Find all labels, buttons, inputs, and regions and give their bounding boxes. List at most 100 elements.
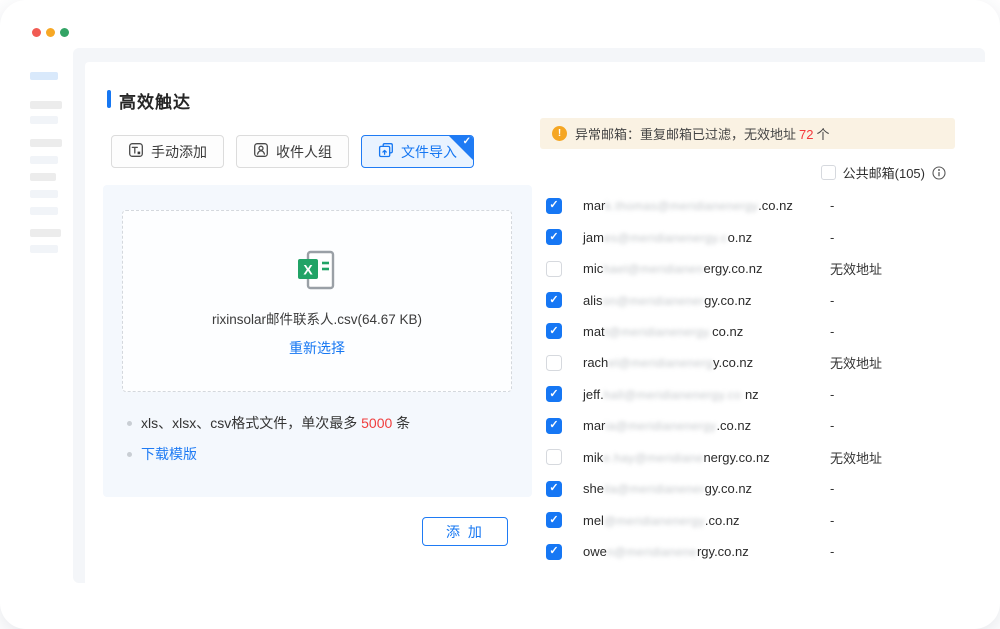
email-status: - — [830, 324, 834, 339]
file-import-icon — [378, 142, 394, 161]
close-window-button[interactable] — [32, 28, 41, 37]
email-status: - — [830, 481, 834, 496]
max-count-highlight: 5000 — [361, 415, 392, 431]
download-template-link[interactable]: 下载模版 — [141, 444, 197, 464]
row-checkbox[interactable]: ✓ — [546, 418, 562, 434]
tab-recipient-group[interactable]: 收件人组 ✓ — [236, 135, 349, 168]
sidebar-skeleton-bar — [30, 245, 58, 253]
sidebar-skeleton-bar — [30, 72, 58, 80]
email-row: ✓ mel@meridianenergy.co.nz - — [540, 504, 960, 535]
email-address: james@meridianenergy.co.nz — [583, 230, 752, 245]
sidebar-skeleton-bar — [30, 101, 62, 109]
email-address: sheila@meridianenergy.co.nz — [583, 481, 752, 496]
email-row: ✓ matt@meridianenergy.co.nz - — [540, 316, 960, 347]
email-address: owen@meridianenergy.co.nz — [583, 544, 749, 559]
masked-segment: t@meridianenergy. — [605, 325, 712, 339]
sidebar-skeleton-bar — [30, 156, 58, 164]
email-status: - — [830, 418, 834, 433]
email-row: ✓ rachel@meridianenergy.co.nz 无效地址 — [540, 347, 960, 378]
template-hint: 下载模版 — [127, 444, 197, 464]
email-status: - — [830, 387, 834, 402]
warning-banner: ! 异常邮箱：重复邮箱已过滤，无效地址72个 — [540, 118, 955, 149]
email-status: - — [830, 544, 834, 559]
email-row: ✓ mike.hay@meridianenergy.co.nz 无效地址 — [540, 442, 960, 473]
masked-segment: es@meridianenergy.c — [604, 231, 728, 245]
email-address: mark.thomas@meridianenergy.co.nz — [583, 198, 793, 213]
masked-segment: on@meridianener — [603, 294, 705, 308]
email-row: ✓ michael@meridianenergy.co.nz 无效地址 — [540, 253, 960, 284]
file-dropzone[interactable]: X rixinsolar邮件联系人.csv(64.67 KB) 重新选择 — [122, 210, 512, 392]
uploaded-file-name: rixinsolar邮件联系人.csv(64.67 KB) — [123, 308, 511, 328]
file-upload-panel: X rixinsolar邮件联系人.csv(64.67 KB) 重新选择 xls… — [103, 185, 532, 497]
row-checkbox[interactable]: ✓ — [546, 386, 562, 402]
sidebar-skeleton-bar — [30, 116, 58, 124]
title-accent-bar — [107, 90, 111, 108]
email-address: mel@meridianenergy.co.nz — [583, 513, 740, 528]
content-panel: 高效触达 手动添加 ✓ 收件人组 ✓ 文件导入 ✓ — [73, 48, 985, 583]
public-mailbox-checkbox[interactable]: ✓ — [821, 165, 836, 180]
tab-manual-add[interactable]: 手动添加 ✓ — [111, 135, 224, 168]
row-checkbox[interactable]: ✓ — [546, 544, 562, 560]
email-address: michael@meridianenergy.co.nz — [583, 261, 762, 276]
row-checkbox[interactable]: ✓ — [546, 229, 562, 245]
masked-segment: ila@meridianener — [604, 482, 705, 496]
row-checkbox[interactable]: ✓ — [546, 292, 562, 308]
email-address: matt@meridianenergy.co.nz — [583, 324, 743, 339]
masked-segment: el@meridianenerg — [608, 356, 713, 370]
manual-add-icon — [128, 142, 144, 161]
masked-segment: ia@meridianenergy — [605, 419, 716, 433]
email-row: ✓ maria@meridianenergy.co.nz - — [540, 410, 960, 441]
minimize-window-button[interactable] — [46, 28, 55, 37]
recipient-group-icon — [253, 142, 269, 161]
sidebar-skeleton-bar — [30, 139, 62, 147]
email-address: rachel@meridianenergy.co.nz — [583, 355, 753, 370]
email-row: ✓ james@meridianenergy.co.nz - — [540, 221, 960, 252]
email-row: ✓ jeff.hall@meridianenergy.co nz - — [540, 379, 960, 410]
window-controls — [32, 28, 69, 37]
maximize-window-button[interactable] — [60, 28, 69, 37]
email-status: 无效地址 — [830, 353, 882, 372]
bullet-icon — [127, 421, 132, 426]
format-hint-text: xls、xlsx、csv格式文件，单次最多 5000 条 — [141, 413, 410, 433]
email-row: ✓ alison@meridianenergy.co.nz - — [540, 284, 960, 315]
row-checkbox[interactable]: ✓ — [546, 512, 562, 528]
svg-text:X: X — [303, 262, 313, 278]
excel-file-icon: X — [123, 247, 511, 298]
masked-segment: n@meridianene — [607, 545, 697, 559]
email-status: 无效地址 — [830, 259, 882, 278]
add-button[interactable]: 添 加 — [422, 517, 508, 546]
masked-segment: k.thomas@meridianenergy — [605, 199, 758, 213]
email-list: ✓ mark.thomas@meridianenergy.co.nz - ✓ j… — [540, 190, 960, 567]
sidebar-skeleton-bar — [30, 229, 61, 237]
masked-segment: @meridianenergy — [604, 514, 705, 528]
sidebar-skeleton-bar — [30, 207, 58, 215]
email-status: - — [830, 293, 834, 308]
row-checkbox[interactable]: ✓ — [546, 449, 562, 465]
format-hint: xls、xlsx、csv格式文件，单次最多 5000 条 — [127, 413, 410, 433]
email-row: ✓ mark.thomas@meridianenergy.co.nz - — [540, 190, 960, 221]
info-icon[interactable] — [932, 166, 946, 180]
tab-label: 手动添加 — [151, 142, 207, 162]
email-row: ✓ owen@meridianenergy.co.nz - — [540, 536, 960, 567]
email-address: mike.hay@meridianenergy.co.nz — [583, 450, 770, 465]
email-status: 无效地址 — [830, 448, 882, 467]
masked-segment: hall@meridianenergy.co — [604, 388, 745, 402]
warning-icon: ! — [552, 126, 567, 141]
email-address: maria@meridianenergy.co.nz — [583, 418, 751, 433]
content-card: 高效触达 手动添加 ✓ 收件人组 ✓ 文件导入 ✓ — [85, 62, 985, 583]
row-checkbox[interactable]: ✓ — [546, 323, 562, 339]
tab-label: 收件人组 — [276, 142, 332, 162]
row-checkbox[interactable]: ✓ — [546, 481, 562, 497]
sidebar-skeleton-bar — [30, 190, 58, 198]
row-checkbox[interactable]: ✓ — [546, 261, 562, 277]
row-checkbox[interactable]: ✓ — [546, 355, 562, 371]
sidebar-skeleton-bar — [30, 173, 56, 181]
email-status: - — [830, 230, 834, 245]
tab-check-icon: ✓ — [463, 136, 471, 147]
invalid-count: 72 — [796, 127, 816, 142]
email-status: - — [830, 513, 834, 528]
row-checkbox[interactable]: ✓ — [546, 198, 562, 214]
reselect-file-link[interactable]: 重新选择 — [123, 338, 511, 358]
masked-segment: hael@meridianen — [603, 262, 703, 276]
tab-file-import[interactable]: 文件导入 ✓ — [361, 135, 474, 168]
